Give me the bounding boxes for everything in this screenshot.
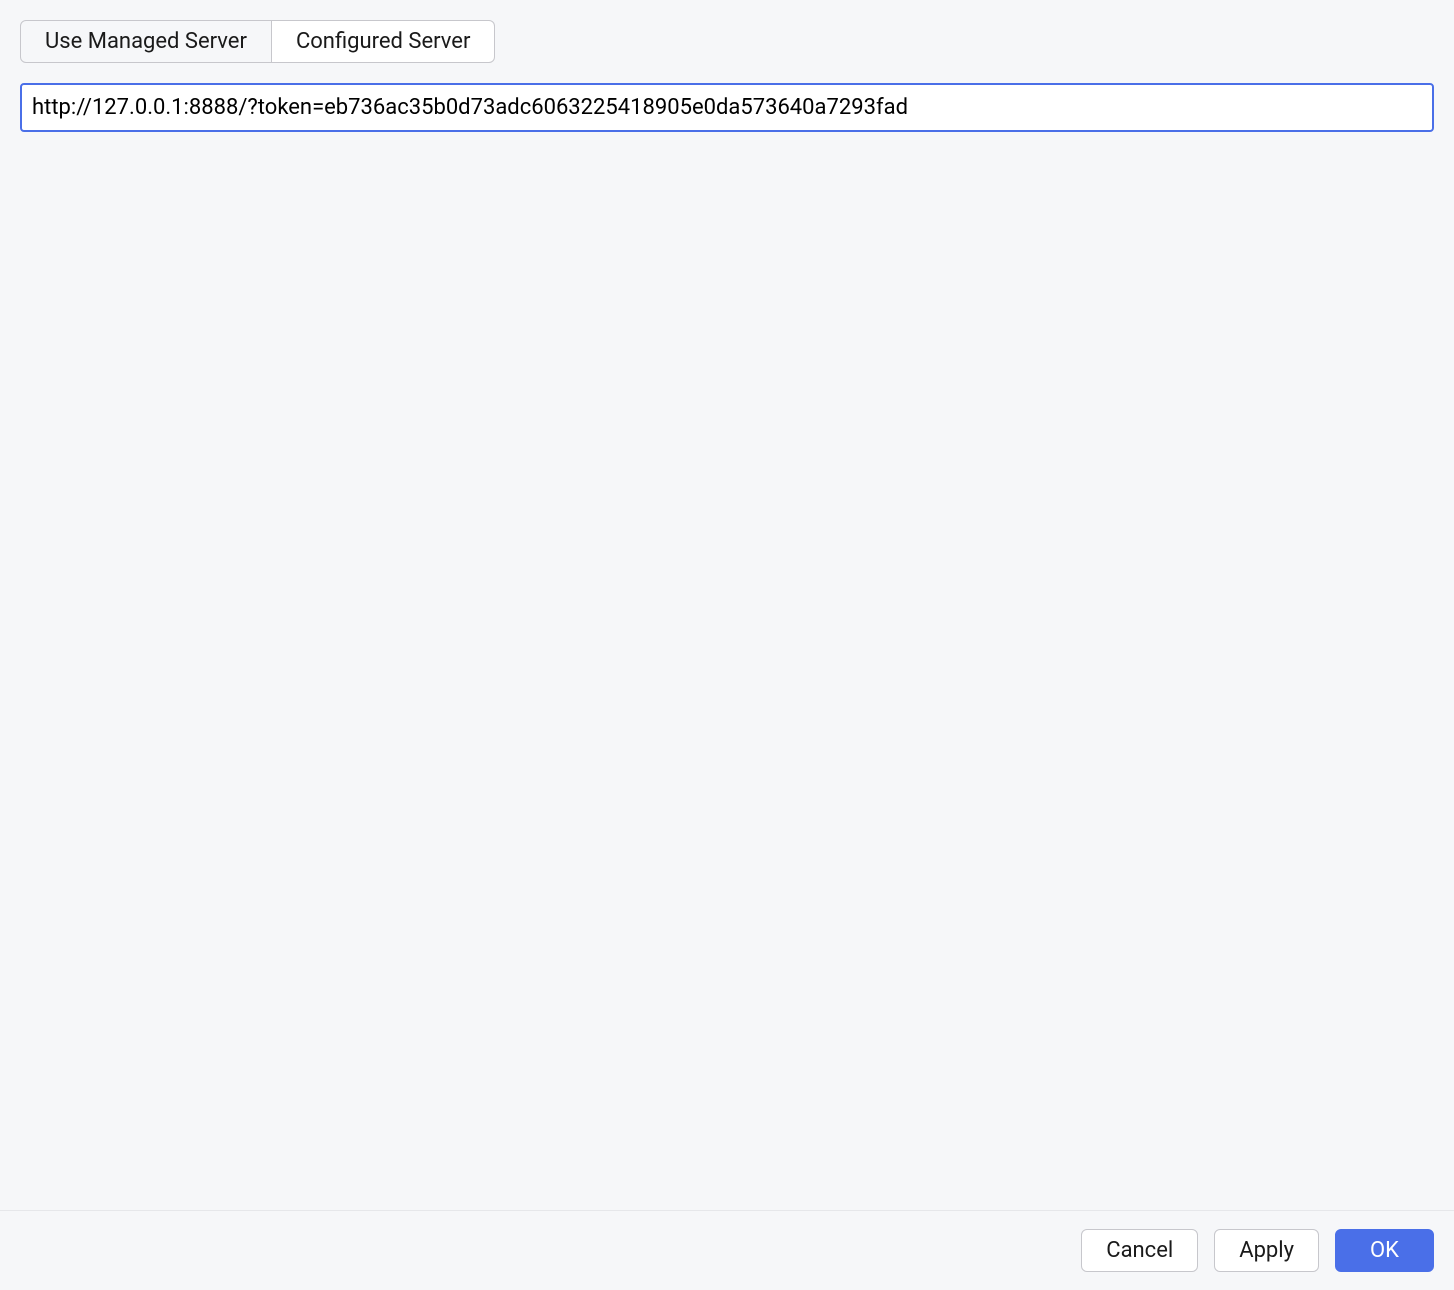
cancel-button[interactable]: Cancel (1081, 1229, 1198, 1272)
tab-configured-server[interactable]: Configured Server (272, 20, 496, 63)
main-content: Use Managed Server Configured Server (0, 0, 1454, 1210)
footer: Cancel Apply OK (0, 1210, 1454, 1290)
ok-button[interactable]: OK (1335, 1229, 1434, 1272)
server-url-input[interactable] (20, 83, 1434, 132)
apply-button[interactable]: Apply (1214, 1229, 1319, 1272)
tab-managed-server[interactable]: Use Managed Server (20, 20, 272, 63)
tab-row: Use Managed Server Configured Server (20, 20, 1434, 63)
